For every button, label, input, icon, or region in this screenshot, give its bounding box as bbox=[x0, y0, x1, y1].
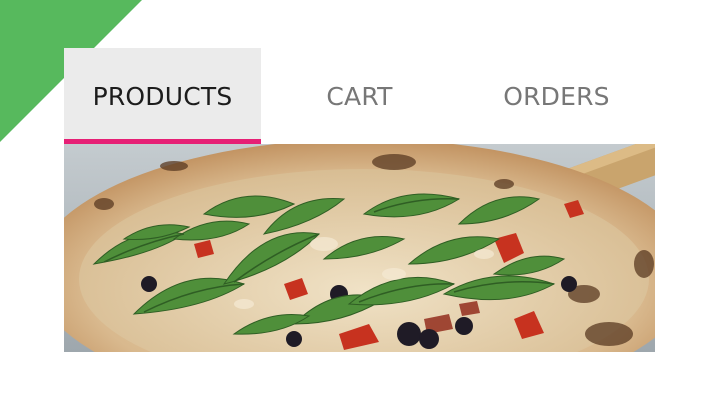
pizza-illustration bbox=[64, 144, 655, 352]
tab-products-label: PRODUCTS bbox=[92, 81, 233, 111]
tab-products[interactable]: PRODUCTS bbox=[64, 48, 261, 144]
tab-cart[interactable]: CART bbox=[261, 48, 458, 144]
tab-orders[interactable]: ORDERS bbox=[458, 48, 655, 144]
tab-orders-label: ORDERS bbox=[503, 81, 610, 111]
hero-image bbox=[64, 144, 655, 352]
tab-bar: PRODUCTS CART ORDERS bbox=[64, 48, 655, 144]
tab-cart-label: CART bbox=[326, 81, 393, 111]
